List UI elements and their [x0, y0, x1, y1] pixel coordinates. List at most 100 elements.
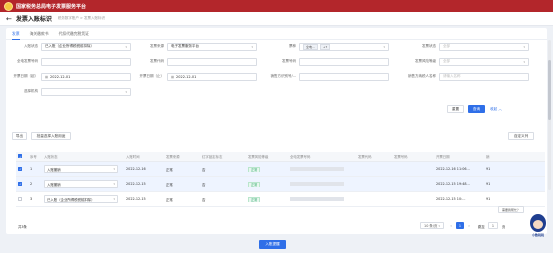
chevron-down-icon: ▾: [523, 44, 525, 49]
row-seller: 91: [486, 167, 491, 171]
row-issue-date: 2022-12-16 11:06...: [436, 167, 470, 171]
row-issue-date: 2022-12-15 10:...: [436, 197, 466, 201]
risk-level-label: 发票风险等级: [415, 59, 436, 63]
page-1-button[interactable]: 1: [456, 222, 464, 229]
collapse-link[interactable]: 收起 ︿: [490, 107, 502, 112]
page-title: 发票入账标识: [15, 16, 52, 23]
row-red-lock: 否: [202, 167, 206, 172]
assistant-widget[interactable]: 需要我帮忙？ 小数税税: [498, 206, 550, 246]
chevron-down-icon: ▾: [113, 182, 115, 186]
tab-customs-payment[interactable]: 海关缴款书: [30, 28, 49, 40]
table-row[interactable]: 1 入账撤销▾ 2022-12-16 正常 否 正常 2022-12-16 11…: [16, 162, 545, 177]
date-end-label: 开票日期（止）: [139, 74, 165, 78]
row-entry-time: 2022-12-15: [126, 197, 146, 201]
col-invoice-code: 发票代码: [358, 155, 372, 159]
chevron-down-icon: ▾: [113, 197, 115, 201]
table-row[interactable]: 2 入账撤销▾ 2022-12-15 正常 否 正常 2022-12-15 19…: [16, 177, 545, 192]
row-entry-time: 2022-12-16: [126, 167, 146, 171]
ticket-type-select[interactable]: 全电... +7 ▾: [299, 42, 389, 51]
digital-invoice-no-input[interactable]: [41, 57, 131, 66]
reset-button[interactable]: 重置: [447, 105, 464, 113]
date-end-picker[interactable]: ▦ 2022-12-01: [167, 72, 257, 81]
entry-reminder-button[interactable]: 入账提醒: [259, 240, 286, 249]
calendar-icon: ▦: [45, 74, 49, 79]
next-page-icon[interactable]: ›: [466, 222, 472, 229]
breadcrumb: 税务数字账户 > 发票入账标识: [57, 16, 106, 20]
table-toolbar: 导出 批量选择入账用途 自定义列: [6, 132, 547, 142]
goto-suffix: 页: [502, 225, 506, 229]
row-checkbox[interactable]: [18, 181, 22, 186]
row-seq: 2: [30, 182, 33, 186]
row-risk-badge: 正常: [248, 181, 261, 187]
invoice-status-select[interactable]: 全部 ▾: [439, 42, 529, 51]
tab-bar: 发票 海关缴款书 代扣代缴完税凭证: [6, 28, 547, 40]
row-entry-status-select[interactable]: 入账撤销 ▾: [44, 180, 118, 188]
chevron-down-icon: ▾: [438, 223, 440, 228]
row-seq: 1: [30, 167, 33, 171]
tax-emblem-icon: [4, 1, 13, 11]
table-row[interactable]: 3 已入账（企业所得税税前扣除） ▾ 2022-12-15 正常 否 正常 202…: [16, 192, 545, 207]
row-entry-status-select[interactable]: 已入账（企业所得税税前扣除） ▾: [44, 195, 118, 203]
export-button[interactable]: 导出: [12, 132, 27, 140]
goto-page-input[interactable]: 1: [488, 222, 498, 229]
goto-prefix: 跳至: [478, 225, 485, 229]
custom-columns-button[interactable]: 自定义列: [508, 132, 534, 140]
assistant-caption: 小数税税: [531, 233, 544, 237]
query-button[interactable]: 查询: [468, 105, 485, 113]
chevron-down-icon: ▾: [125, 44, 127, 49]
vertical-scrollbar[interactable]: [548, 40, 551, 190]
assistant-bubble[interactable]: 需要我帮忙？: [498, 206, 524, 213]
assistant-avatar-icon[interactable]: [530, 214, 546, 232]
row-checkbox[interactable]: [18, 196, 22, 201]
risk-level-select[interactable]: 全部 ▾: [439, 57, 529, 66]
masked-value: [290, 166, 344, 171]
row-checkbox[interactable]: [18, 166, 22, 171]
row-seller: 91: [486, 197, 491, 201]
row-risk-badge: 正常: [248, 196, 261, 202]
prev-page-icon[interactable]: ‹: [448, 222, 454, 229]
row-red-lock: 否: [202, 182, 206, 187]
chevron-down-icon: ▾: [251, 44, 253, 49]
col-seller: 销: [486, 155, 490, 159]
col-entry-time: 入账时间: [126, 155, 140, 159]
tab-invoice[interactable]: 发票: [12, 28, 20, 40]
chevron-down-icon: ▾: [113, 167, 115, 171]
app-title: 国家税务总局电子发票服务平台: [16, 3, 87, 10]
choose-org-select[interactable]: ▾: [41, 87, 131, 96]
invoice-status-label: 发票状态: [422, 44, 436, 48]
row-seq: 3: [30, 197, 33, 201]
invoice-code-input[interactable]: [167, 57, 257, 66]
batch-entry-button[interactable]: 批量选择入账用途: [31, 132, 71, 140]
invoice-no-input[interactable]: [299, 57, 389, 66]
select-all-checkbox[interactable]: [18, 154, 22, 159]
date-start-picker[interactable]: ▦ 2022-12-01: [41, 72, 131, 81]
row-red-lock: 否: [202, 197, 206, 202]
invoice-table: 序号 入账状态 入账时间 发票来源 红字锁定标志 发票风险等级 全电发票号码 发…: [16, 152, 545, 207]
choose-org-label: 选择机构: [24, 89, 38, 93]
col-red-lock: 红字锁定标志: [202, 155, 223, 159]
row-source: 正常: [166, 197, 173, 202]
col-issue-date: 开票日期: [436, 155, 450, 159]
row-issue-date: 2022-12-15 19:48...: [436, 182, 470, 186]
chevron-down-icon: ▾: [383, 44, 385, 49]
page-size-select[interactable]: 10 条/页 ▾: [420, 222, 444, 229]
col-seq: 序号: [30, 155, 37, 159]
invoice-source-select[interactable]: 电子发票服务平台 ▾: [167, 42, 257, 51]
entry-status-select[interactable]: 已入账（企业所得税税前扣除） ▾: [41, 42, 131, 51]
row-seller: 91: [486, 182, 491, 186]
ticket-type-label: 票种: [289, 44, 296, 48]
digital-invoice-no-label: 全电发票号码: [17, 59, 38, 63]
seller-name-input[interactable]: 请输入名称: [439, 72, 529, 81]
col-digital-invoice-no: 全电发票号码: [290, 155, 311, 159]
chevron-down-icon: ▾: [523, 59, 525, 64]
row-entry-status-select[interactable]: 入账撤销 ▾: [44, 165, 118, 173]
seller-id-input[interactable]: [299, 72, 389, 81]
seller-name-label: 销售方纳税人名称: [408, 74, 436, 78]
page-header: ← 发票入账标识 税务数字账户 > 发票入账标识: [0, 12, 553, 26]
seller-id-label: 销售方识别号/...: [270, 74, 296, 78]
tab-withholding-certificate[interactable]: 代扣代缴完税凭证: [59, 28, 89, 40]
row-source: 正常: [166, 182, 173, 187]
entry-status-label: 入账状态: [24, 44, 38, 48]
arrow-left-icon[interactable]: ←: [6, 15, 12, 23]
calendar-icon: ▦: [171, 74, 175, 79]
